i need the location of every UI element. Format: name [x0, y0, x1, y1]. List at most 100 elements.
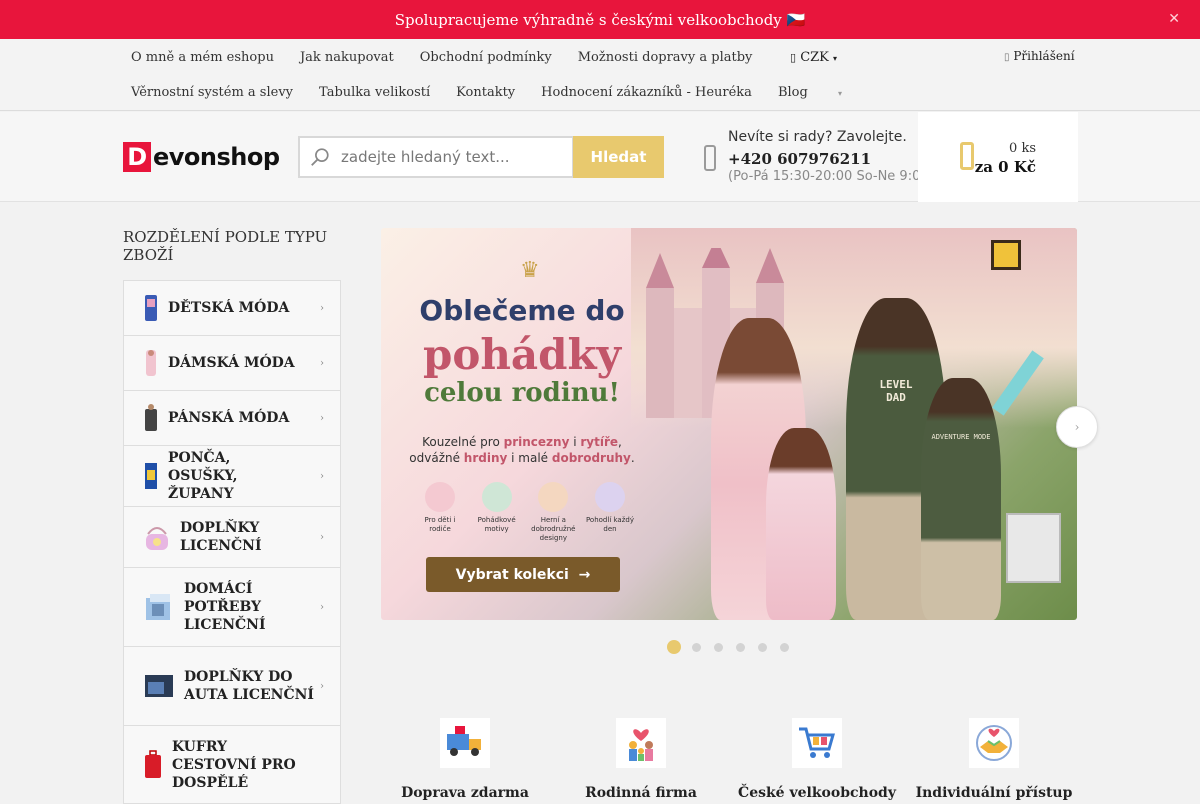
- category-list: DĚTSKÁ MÓDA › DÁMSKÁ MÓDA › PÁNSKÁ MÓDA …: [123, 280, 341, 804]
- site-header: D evonshop Hledat Nevíte si rady? Zavole…: [0, 112, 1200, 202]
- benefit-label: Herní a dobrodružné designy: [531, 516, 576, 542]
- nav-link-contacts[interactable]: Kontakty: [456, 85, 515, 100]
- feature-title: České velkoobchody: [738, 785, 896, 801]
- search-input[interactable]: [341, 148, 561, 166]
- slide-subtitle: Kouzelné pro princezny i rytíře, odvážné…: [401, 434, 643, 466]
- suitcase-thumbnail: [145, 749, 161, 778]
- licensed-accessories-thumbnail: [146, 527, 168, 550]
- category-label: DOPLŇKY LICENČNÍ: [180, 520, 262, 554]
- chevron-right-icon: ›: [320, 680, 324, 692]
- login-label: Přihlášení: [1013, 49, 1075, 63]
- sub-part: i malé: [507, 451, 552, 465]
- slider-next-button[interactable]: ›: [1056, 406, 1098, 448]
- handshake-icon: [969, 718, 1019, 768]
- sub-part: i: [569, 435, 581, 449]
- category-car-accessories[interactable]: DOPLŇKY DO AUTA LICENČNÍ ›: [123, 647, 341, 726]
- chevron-right-icon: ›: [320, 470, 324, 482]
- site-logo[interactable]: D evonshop: [123, 142, 280, 172]
- shopping-cart-icon: [792, 718, 842, 768]
- hero-slider[interactable]: LEVEL DAD ADVENTURE MODE ♛ Oblečeme do p…: [381, 228, 1077, 620]
- slider-dot[interactable]: [667, 640, 681, 654]
- gamepad-icon: [538, 482, 569, 512]
- chevron-right-icon: ›: [320, 412, 324, 424]
- category-ponchos[interactable]: PONČA, OSUŠKY, ŽUPANY ›: [123, 446, 341, 507]
- category-women-fashion[interactable]: DÁMSKÁ MÓDA ›: [123, 336, 341, 391]
- nav-link-sizes[interactable]: Tabulka velikostí: [319, 85, 430, 100]
- nav-link-how-to-buy[interactable]: Jak nakupovat: [300, 50, 394, 65]
- announcement-banner: Spolupracujeme výhradně s českými velkoo…: [0, 0, 1200, 39]
- family-icon: [616, 718, 666, 768]
- feature-title: Rodinná firma: [585, 785, 697, 801]
- feature-czech-wholesale: České velkoobchody: [732, 718, 902, 801]
- category-men-fashion[interactable]: PÁNSKÁ MÓDA ›: [123, 391, 341, 446]
- nav-row-1: O mně a mém eshopu Jak nakupovat Obchodn…: [131, 50, 778, 65]
- cart-icon: [960, 142, 974, 170]
- slide-headline-1: Oblečeme do: [419, 294, 625, 327]
- dad-shirt-text: LEVEL DAD: [879, 378, 913, 404]
- slider-dot[interactable]: [758, 642, 767, 652]
- search-box: [298, 136, 574, 178]
- phone-number[interactable]: +420 607976211: [728, 150, 871, 168]
- slide-headline-2: pohádky: [422, 330, 621, 379]
- cta-label: Vybrat kolekci: [455, 566, 569, 583]
- arrow-right-icon: →: [578, 566, 591, 583]
- category-label: DOMÁCÍ POTŘEBY LICENČNÍ: [184, 581, 266, 633]
- category-licensed-accessories[interactable]: DOPLŇKY LICENČNÍ ›: [123, 507, 341, 568]
- search-icon: [311, 148, 329, 166]
- nav-link-blog[interactable]: Blog ▾: [778, 85, 868, 100]
- search-button[interactable]: Hledat: [573, 136, 664, 178]
- benefit-games: Herní a dobrodružné designy: [528, 482, 578, 543]
- girl-figure: [766, 428, 836, 620]
- men-fashion-thumbnail: [145, 404, 157, 431]
- crown-icon: ♛: [520, 258, 540, 283]
- benefit-family: Pro děti i rodiče: [415, 482, 465, 543]
- nav-link-about[interactable]: O mně a mém eshopu: [131, 50, 274, 65]
- nav-link-terms[interactable]: Obchodní podmínky: [420, 50, 552, 65]
- category-kids-fashion[interactable]: DĚTSKÁ MÓDA ›: [123, 280, 341, 336]
- choose-collection-button[interactable]: Vybrat kolekci →: [426, 557, 620, 592]
- banner-text: Spolupracujeme výhradně s českými velkoo…: [394, 10, 806, 29]
- benefit-fairytale: Pohádkové motivy: [472, 482, 522, 543]
- logo-text: evonshop: [153, 143, 280, 171]
- benefit-comfort: Pohodlí každý den: [585, 482, 635, 543]
- feature-strip: Doprava zdarma Rodinná firma České velko…: [380, 718, 1077, 801]
- currency-label: CZK: [800, 50, 829, 65]
- benefit-label: Pohodlí každý den: [585, 516, 634, 533]
- chevron-down-icon: ▾: [837, 89, 842, 98]
- slider-dot[interactable]: [736, 642, 745, 652]
- feature-free-shipping: Doprava zdarma: [380, 718, 550, 801]
- cart-widget[interactable]: 0 ks za 0 Kč: [918, 112, 1078, 202]
- slider-dot[interactable]: [692, 642, 701, 652]
- chevron-right-icon: ›: [1074, 420, 1080, 434]
- category-suitcases[interactable]: KUFRY CESTOVNÍ PRO DOSPĚLÉ: [123, 726, 341, 804]
- blog-label: Blog: [777, 85, 808, 100]
- feature-title: Individuální přístup: [915, 785, 1073, 801]
- login-link[interactable]: ▯ Přihlášení: [1004, 49, 1075, 63]
- slider-dot[interactable]: [780, 642, 789, 652]
- category-label: DÁMSKÁ MÓDA: [168, 355, 295, 371]
- category-label: KUFRY CESTOVNÍ PRO DOSPĚLÉ: [172, 738, 296, 791]
- cart-total: za 0 Kč: [974, 158, 1036, 176]
- slider-pagination: [667, 640, 802, 654]
- feature-title: Doprava zdarma: [401, 785, 529, 801]
- category-licensed-home[interactable]: DOMÁCÍ POTŘEBY LICENČNÍ ›: [123, 568, 341, 647]
- slider-dot[interactable]: [714, 642, 723, 652]
- delivery-truck-icon: [440, 718, 490, 768]
- slide-benefit-icons: Pro děti i rodiče Pohádkové motivy Herní…: [415, 482, 635, 543]
- close-icon[interactable]: ✕: [1168, 11, 1180, 27]
- category-label: DOPLŇKY DO AUTA LICENČNÍ: [184, 669, 314, 703]
- licensed-home-thumbnail: [146, 594, 170, 620]
- sub-part: Kouzelné pro: [422, 435, 504, 449]
- slide-caption: ♛ Oblečeme do pohádky celou rodinu! Kouz…: [381, 228, 681, 620]
- bee-icon: [991, 240, 1021, 270]
- nav-link-shipping[interactable]: Možnosti dopravy a platby: [578, 50, 753, 65]
- wolf-figure: [1006, 513, 1061, 583]
- category-heading: ROZDĚLENÍ PODLE TYPU ZBOŽÍ: [123, 228, 328, 264]
- chevron-right-icon: ›: [320, 531, 324, 543]
- nav-row-2: Věrnostní systém a slevy Tabulka velikos…: [131, 85, 894, 100]
- nav-link-loyalty[interactable]: Věrnostní systém a slevy: [131, 85, 293, 100]
- currency-selector[interactable]: ▯ CZK ▾: [790, 50, 837, 65]
- help-title: Nevíte si rady? Zavolejte.: [728, 129, 907, 145]
- feature-family-business: Rodinná firma: [556, 718, 726, 801]
- nav-link-reviews[interactable]: Hodnocení zákazníků - Heuréka: [541, 85, 752, 100]
